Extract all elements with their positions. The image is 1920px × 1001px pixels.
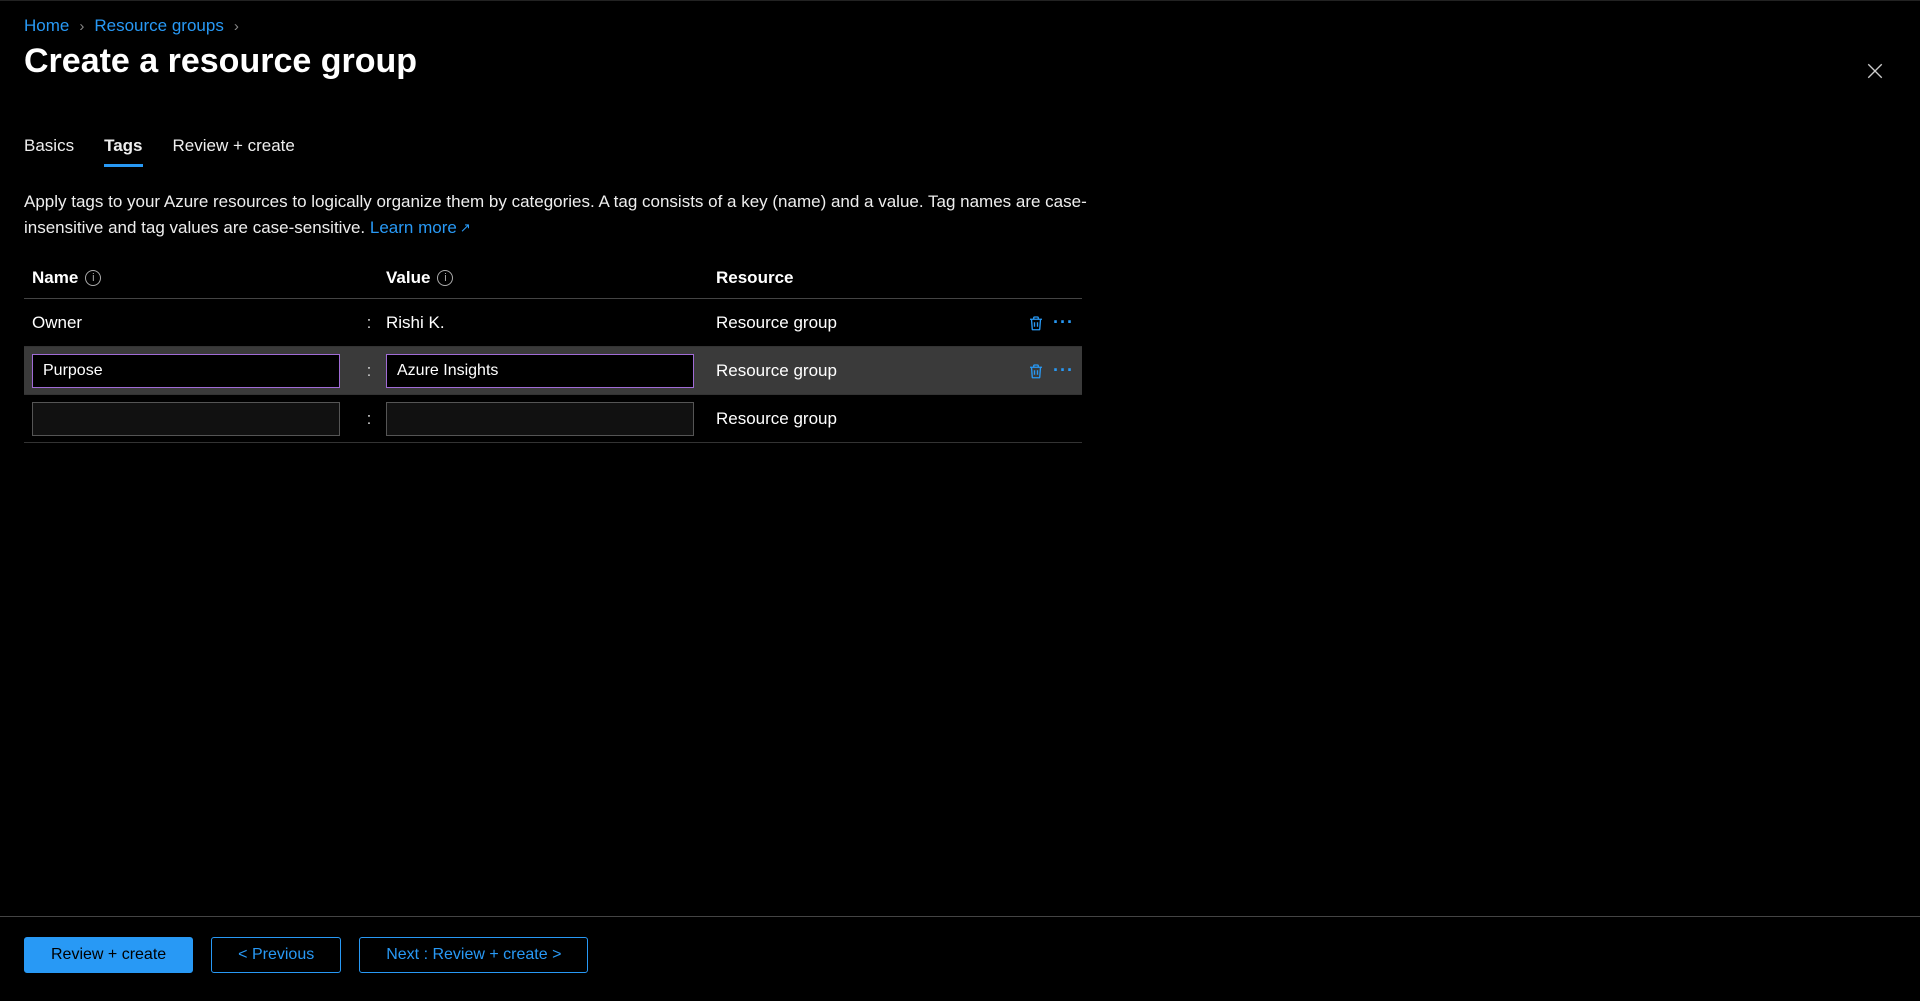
breadcrumb: Home › Resource groups › (24, 1, 1896, 44)
tag-name-input[interactable] (32, 354, 340, 388)
table-row: : Resource group (24, 395, 1082, 443)
review-create-button[interactable]: Review + create (24, 937, 193, 973)
footer-actions: Review + create < Previous Next : Review… (0, 916, 1920, 1001)
tab-basics[interactable]: Basics (24, 136, 74, 167)
close-icon[interactable] (1860, 56, 1890, 92)
col-header-resource: Resource (716, 268, 793, 287)
breadcrumb-resource-groups[interactable]: Resource groups (94, 16, 223, 36)
page-title: Create a resource group (24, 42, 417, 81)
tag-resource-text: Resource group (716, 361, 837, 380)
tag-resource-text: Resource group (716, 313, 837, 332)
previous-button[interactable]: < Previous (211, 937, 341, 973)
table-row: Owner : Rishi K. Resource group ··· (24, 299, 1082, 347)
description-text: Apply tags to your Azure resources to lo… (24, 192, 1087, 237)
more-icon[interactable]: ··· (1051, 312, 1076, 333)
next-button[interactable]: Next : Review + create > (359, 937, 588, 973)
tag-name-input[interactable] (32, 402, 340, 436)
chevron-right-icon: › (79, 18, 84, 35)
tabs: Basics Tags Review + create (24, 136, 1896, 167)
tag-value-input[interactable] (386, 354, 694, 388)
learn-more-text: Learn more (370, 218, 457, 237)
tag-value-text: Rishi K. (386, 313, 445, 333)
col-header-name: Name (32, 268, 78, 288)
tab-tags[interactable]: Tags (104, 136, 142, 167)
external-link-icon: ↗ (460, 218, 471, 238)
tab-review-create[interactable]: Review + create (173, 136, 295, 167)
info-icon[interactable]: i (85, 270, 101, 286)
more-icon[interactable]: ··· (1051, 360, 1076, 381)
tags-table: Name i Value i Resource Owner : Rishi K.… (24, 268, 1082, 443)
breadcrumb-home[interactable]: Home (24, 16, 69, 36)
chevron-right-icon: › (234, 18, 239, 35)
col-header-value: Value (386, 268, 430, 288)
tag-resource-text: Resource group (716, 409, 837, 428)
table-row: : Resource group ··· (24, 347, 1082, 395)
tag-name-text: Owner (32, 313, 82, 333)
tab-description: Apply tags to your Azure resources to lo… (24, 189, 1124, 240)
tag-value-input[interactable] (386, 402, 694, 436)
learn-more-link[interactable]: Learn more↗ (370, 218, 471, 237)
delete-icon[interactable] (1027, 360, 1045, 381)
delete-icon[interactable] (1027, 312, 1045, 333)
info-icon[interactable]: i (437, 270, 453, 286)
